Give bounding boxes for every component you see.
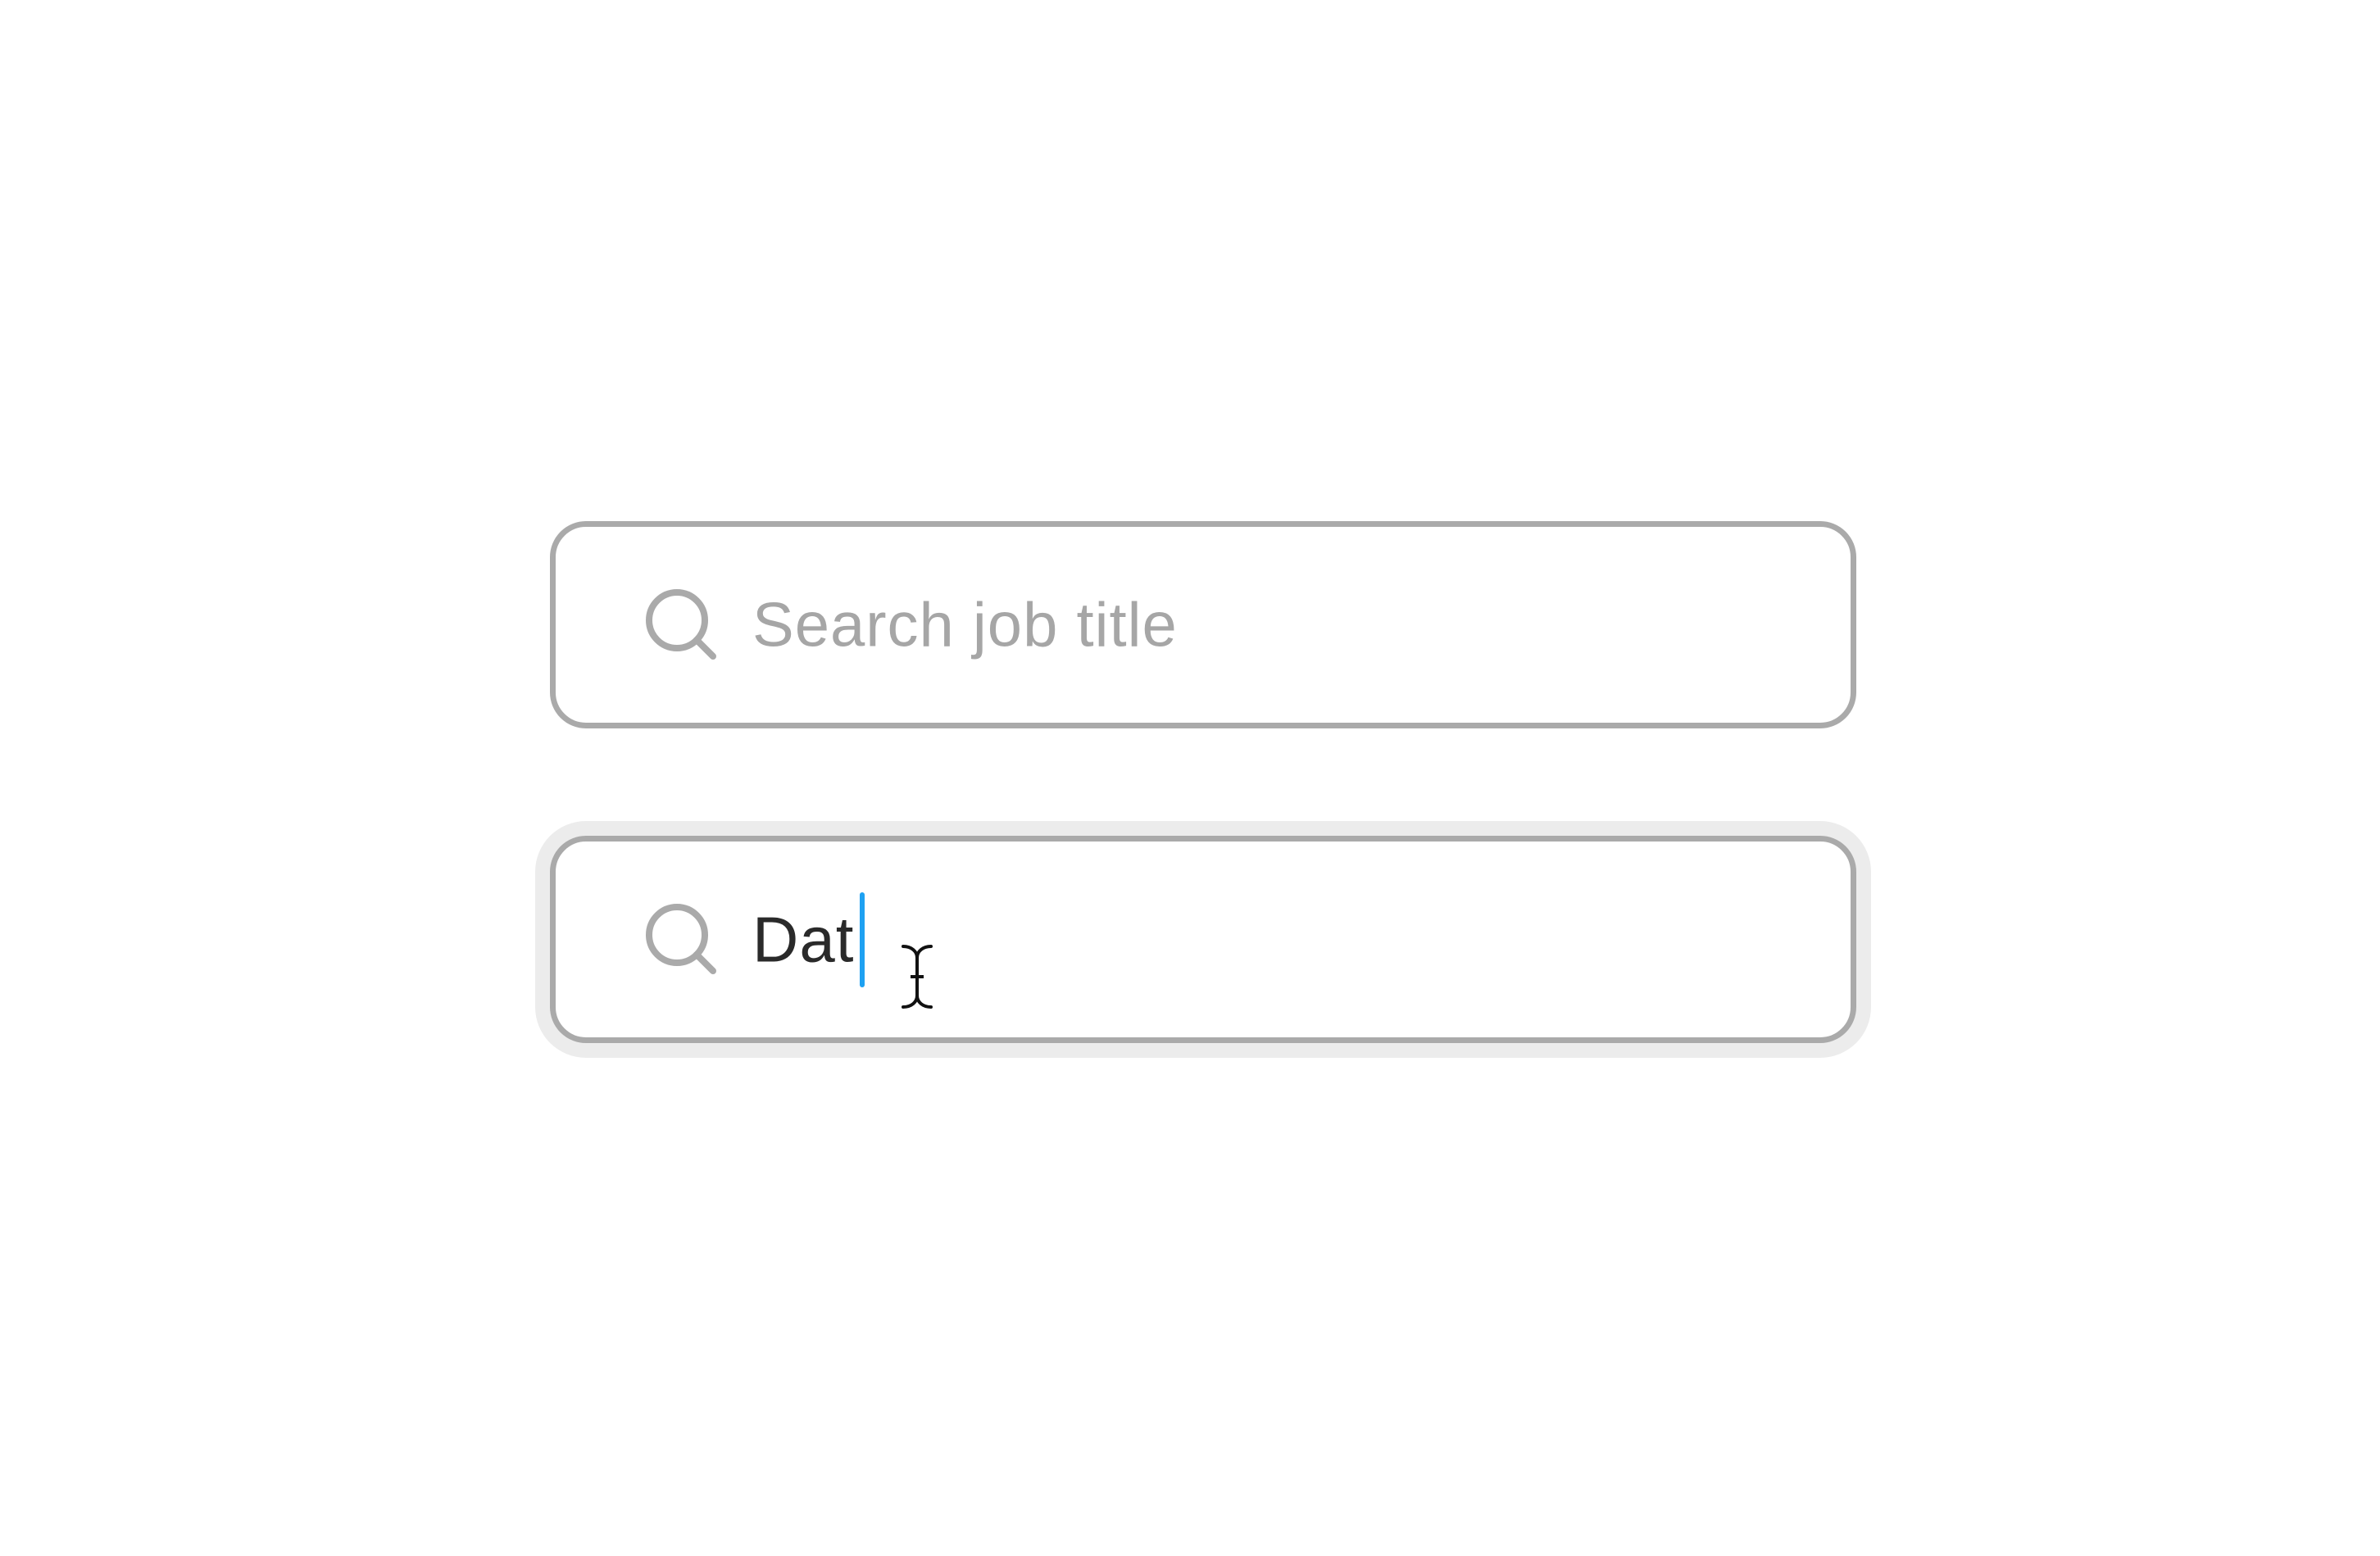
search-job-title-input[interactable]: Search job title [550,521,1856,728]
search-placeholder: Search job title [752,590,1178,660]
search-icon [643,586,721,665]
text-cursor-icon [900,943,934,1010]
canvas: Search job title Dat [0,0,2380,1556]
search-job-title-input-focused[interactable]: Dat [550,836,1856,1043]
text-caret [860,891,865,987]
search-input-value: Dat [752,903,855,975]
search-icon [643,900,721,979]
